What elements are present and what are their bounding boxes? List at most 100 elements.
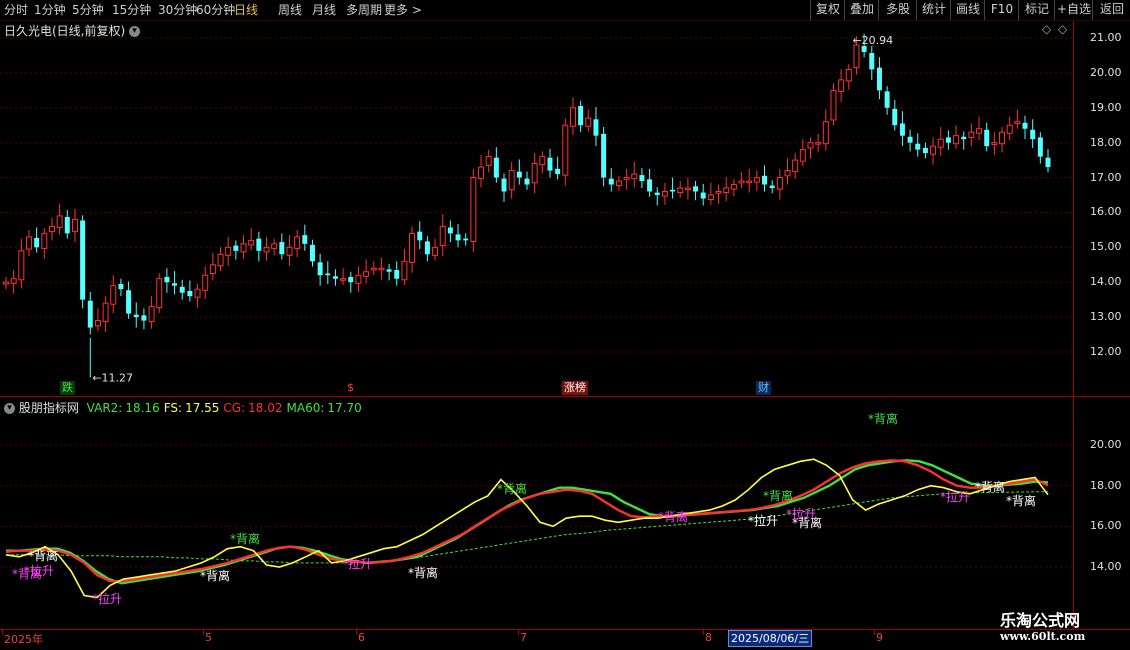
candle-body bbox=[822, 121, 829, 145]
price-axis-tick: 20.00 bbox=[1090, 65, 1122, 79]
candle-body bbox=[25, 236, 32, 250]
candle-body bbox=[179, 286, 185, 293]
indicator-line-CG bbox=[5, 459, 1049, 583]
candle-body bbox=[256, 238, 262, 251]
price-axis-tick: 19.00 bbox=[1090, 100, 1122, 114]
candle-body bbox=[869, 53, 875, 70]
candle-body bbox=[409, 232, 416, 263]
candle-body bbox=[102, 302, 109, 323]
candle-body bbox=[1014, 121, 1021, 124]
candle-body bbox=[762, 175, 768, 185]
candle-body bbox=[700, 192, 706, 199]
candle-body bbox=[647, 179, 653, 192]
candle-body bbox=[64, 216, 70, 234]
candle-body bbox=[240, 243, 247, 253]
event-tag[interactable]: 涨榜 bbox=[562, 381, 588, 395]
date-axis-divider bbox=[0, 629, 1130, 630]
chart-canvas[interactable]: ←11.27←20.94*背离*拉升*拉升*背离*背离*拉升*背离*背离*背离 *… bbox=[0, 0, 1130, 650]
candle-body bbox=[930, 145, 937, 155]
candle-body bbox=[845, 68, 852, 82]
candle-body bbox=[738, 180, 745, 184]
candle-body bbox=[968, 131, 975, 138]
candle-body bbox=[976, 128, 983, 134]
candle-body bbox=[209, 264, 216, 274]
candle-body bbox=[126, 290, 132, 314]
candle-body bbox=[508, 170, 515, 191]
candle-body bbox=[3, 281, 9, 285]
candle-body bbox=[608, 178, 614, 185]
candle-body bbox=[233, 245, 239, 251]
candle-body bbox=[378, 267, 385, 271]
candle-body bbox=[187, 290, 193, 297]
candle-body bbox=[915, 143, 921, 150]
candle-body bbox=[485, 156, 492, 166]
event-tag[interactable]: 跌 bbox=[60, 381, 75, 395]
candle-body bbox=[693, 186, 699, 192]
month-tick bbox=[703, 629, 704, 635]
candle-body bbox=[815, 142, 822, 145]
candle-body bbox=[286, 246, 293, 256]
candle-body bbox=[202, 274, 209, 291]
candle-body bbox=[539, 156, 546, 166]
candle-body bbox=[1006, 124, 1013, 134]
indicator-value-label: CG: bbox=[223, 401, 246, 415]
candle-body bbox=[463, 238, 469, 241]
month-tick bbox=[2, 629, 3, 635]
indicator-axis-tick: 18.00 bbox=[1090, 478, 1122, 492]
month-tick bbox=[518, 629, 519, 635]
candle-body bbox=[501, 178, 507, 192]
price-axis-tick: 13.00 bbox=[1090, 310, 1122, 324]
month-label: 7 bbox=[520, 631, 527, 644]
indicator-name[interactable]: 股朋指标网 bbox=[19, 401, 79, 415]
indicator-annotation: *背离 bbox=[28, 548, 58, 563]
candle-body bbox=[1037, 137, 1043, 157]
indicator-collapse-icon[interactable]: ▾ bbox=[4, 403, 15, 414]
candle-body bbox=[294, 236, 301, 249]
candle-body bbox=[677, 187, 684, 194]
month-tick bbox=[874, 629, 875, 635]
indicator-annotation: *背离 bbox=[408, 565, 438, 580]
price-axis-tick: 16.00 bbox=[1090, 205, 1122, 219]
event-tag[interactable]: $ bbox=[345, 381, 356, 395]
candle-body bbox=[830, 89, 837, 121]
month-label: 2025年 bbox=[4, 633, 43, 646]
candle-body bbox=[317, 262, 323, 276]
candle-body bbox=[340, 278, 347, 281]
candle-body bbox=[48, 225, 55, 233]
candle-body bbox=[447, 227, 453, 234]
candle-body bbox=[922, 147, 928, 154]
candle-body bbox=[470, 177, 477, 242]
price-axis-tick: 14.00 bbox=[1090, 275, 1122, 289]
candle-body bbox=[10, 278, 17, 284]
price-axis-tick: 17.00 bbox=[1090, 170, 1122, 184]
watermark-title: 乐淘公式网 bbox=[1000, 611, 1081, 630]
candle-body bbox=[172, 283, 178, 286]
candle-body bbox=[1045, 157, 1051, 168]
candle-body bbox=[263, 246, 270, 253]
indicator-annotation: *拉升 bbox=[342, 556, 372, 571]
candle-body bbox=[601, 133, 607, 178]
candle-body bbox=[524, 178, 530, 185]
candle-body bbox=[56, 215, 63, 228]
month-tick bbox=[356, 629, 357, 635]
candle-body bbox=[118, 283, 124, 290]
candle-body bbox=[424, 241, 430, 255]
candle-body bbox=[302, 235, 308, 244]
candle-body bbox=[455, 234, 461, 241]
candle-body bbox=[87, 300, 93, 328]
candle-body bbox=[631, 173, 638, 180]
month-label: 6 bbox=[358, 631, 365, 644]
candle-body bbox=[945, 137, 951, 143]
cursor-date-label: 2025/08/06/三 bbox=[728, 630, 813, 647]
candle-body bbox=[961, 136, 967, 140]
candle-body bbox=[394, 270, 400, 279]
candle-body bbox=[348, 276, 354, 283]
candle-body bbox=[907, 136, 913, 143]
candle-body bbox=[217, 253, 224, 267]
indicator-axis-tick: 14.00 bbox=[1090, 560, 1122, 573]
candle-body bbox=[156, 278, 163, 309]
candle-body bbox=[493, 157, 499, 178]
event-tag[interactable]: 财 bbox=[756, 381, 771, 395]
candle-body bbox=[110, 285, 117, 305]
candle-body bbox=[363, 271, 370, 277]
